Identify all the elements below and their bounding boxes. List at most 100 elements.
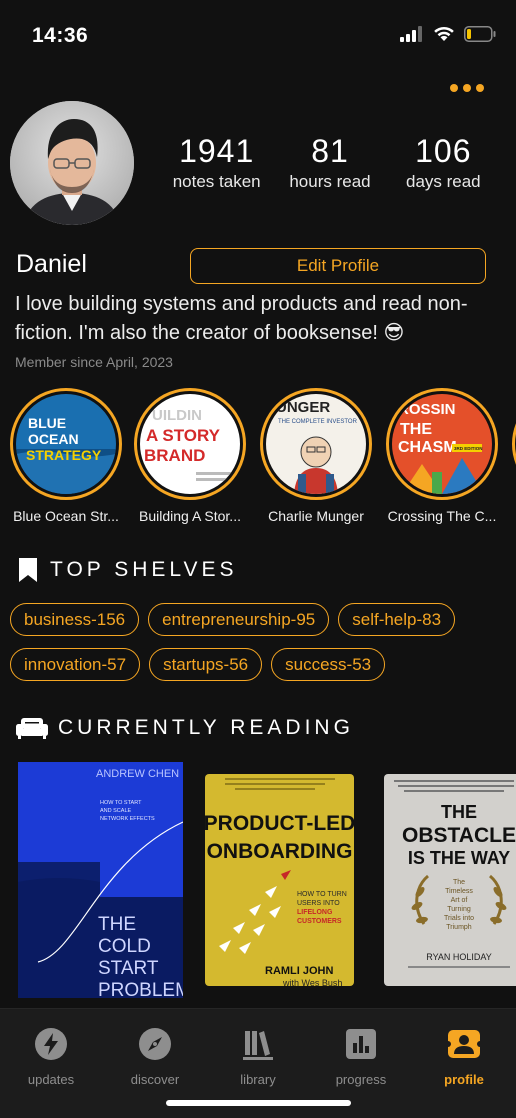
tab-profile[interactable]: profile <box>414 1027 514 1087</box>
stat-days: 106 days read <box>387 132 500 192</box>
book-subtitle: Timeless <box>445 888 473 895</box>
status-bar: 14:36 <box>0 0 516 70</box>
shelf-tag[interactable]: business-156 <box>10 603 140 636</box>
book-title-line: THE <box>98 914 136 935</box>
story-label: Charlie Munger <box>268 508 364 524</box>
book-author: ANDREW CHEN <box>96 768 179 780</box>
book-cover-image: ROSSIN THE CHASM 3RD EDITION <box>392 394 492 494</box>
tab-discover[interactable]: discover <box>105 1027 205 1087</box>
book-subtitle: USERS INTO <box>297 900 340 907</box>
book-subtitle: Art of <box>451 897 468 904</box>
stat-label: days read <box>405 172 481 191</box>
book-title-line: ONBOARDING <box>207 840 353 863</box>
book-title-line: COLD <box>98 936 151 957</box>
cover-text: UILDIN <box>152 407 202 424</box>
profile-stats: 1941 notes taken 81 hours read 106 days … <box>160 132 500 192</box>
book-subtitle: AND SCALE <box>100 808 132 814</box>
recent-books-carousel[interactable]: BLUE OCEAN STRATEGY Blue Ocean Str... UI… <box>0 388 516 528</box>
edit-profile-button[interactable]: Edit Profile <box>190 248 486 284</box>
story-book[interactable]: BLUE OCEAN STRATEGY Blue Ocean Str... <box>4 388 128 524</box>
story-ring: ROSSIN THE CHASM 3RD EDITION <box>386 388 498 500</box>
tab-library[interactable]: library <box>208 1027 308 1087</box>
shelf-tag[interactable]: entrepreneurship-95 <box>148 603 330 636</box>
book-cover-product-led[interactable]: PRODUCT-LED ONBOARDING HOW TO TURN USERS… <box>205 774 354 986</box>
signal-icon <box>400 26 422 42</box>
top-shelves-heading: TOP SHELVES <box>16 556 238 584</box>
book-subtitle: Trials into <box>444 915 474 922</box>
cover-text: BRAND <box>144 446 205 465</box>
tab-progress[interactable]: progress <box>311 1027 411 1087</box>
wifi-icon <box>434 26 454 41</box>
bookmark-icon <box>19 558 37 582</box>
book-subtitle: NETWORK EFFECTS <box>100 816 155 822</box>
tab-label: updates <box>27 1072 75 1087</box>
book-subtitle-highlight: CUSTOMERS <box>297 918 342 925</box>
book-title-line: IS THE WAY <box>408 848 510 868</box>
library-icon <box>243 1031 273 1060</box>
book-cover-image: BLUE OCEAN STRATEGY <box>16 394 116 494</box>
story-label: Building A Stor... <box>139 508 241 524</box>
currently-reading-carousel[interactable]: ANDREW CHEN HOW TO START AND SCALE NETWO… <box>0 762 516 998</box>
stat-label: hours read <box>289 172 371 191</box>
cover-text: STRATEGY <box>26 447 102 463</box>
avatar[interactable] <box>10 101 134 225</box>
shelf-tag[interactable]: self-help-83 <box>338 603 456 636</box>
book-cover-image: UILDIN A STORY BRAND <box>140 394 240 494</box>
book-subtitle-highlight: LIFELONG <box>297 909 333 916</box>
section-title: TOP SHELVES <box>50 558 238 581</box>
stat-notes: 1941 notes taken <box>160 132 273 192</box>
couch-icon <box>16 718 48 739</box>
cover-text: THE <box>400 421 432 438</box>
shelf-tags: business-156 entrepreneurship-95 self-he… <box>10 603 510 681</box>
bar-chart-icon <box>346 1029 376 1059</box>
more-options-icon[interactable] <box>450 84 484 92</box>
tab-label: progress <box>335 1072 387 1087</box>
book-title-line: OBSTACLE <box>402 824 516 847</box>
cover-text: BLUE <box>28 415 66 431</box>
username: Daniel <box>16 250 87 278</box>
story-ring: BLUE OCEAN STRATEGY <box>10 388 122 500</box>
story-label: Crossing The C... <box>387 508 497 524</box>
tab-updates[interactable]: updates <box>1 1027 101 1087</box>
compass-icon <box>139 1028 171 1060</box>
shelf-tag[interactable]: startups-56 <box>149 648 263 681</box>
shelf-tag[interactable]: innovation-57 <box>10 648 141 681</box>
story-book[interactable]: ROSSIN THE CHASM 3RD EDITION Crossing Th… <box>380 388 504 524</box>
book-subtitle: Turning <box>447 906 471 913</box>
profile-bio: I love building systems and products and… <box>15 293 468 344</box>
cover-text: THE COMPLETE INVESTOR <box>278 419 358 425</box>
status-icons <box>400 26 496 42</box>
cover-text: CHASM <box>398 439 457 456</box>
book-cover-obstacle[interactable]: THE OBSTACLE IS THE WAY The Timeless Art… <box>384 774 516 986</box>
shelf-tag[interactable]: success-53 <box>271 648 386 681</box>
member-since: Member since April, 2023 <box>15 354 173 370</box>
story-book[interactable]: UILDIN A STORY BRAND Building A Stor... <box>128 388 252 524</box>
story-book[interactable]: UNGER THE COMPLETE INVESTOR Charlie Mung… <box>254 388 378 524</box>
stat-value: 1941 <box>179 133 255 169</box>
cover-text: A STORY <box>146 426 221 445</box>
cover-text: ROSSIN <box>398 401 456 418</box>
book-title-line: THE <box>441 802 477 822</box>
cover-text: OCEAN <box>28 431 79 447</box>
status-time: 14:36 <box>32 24 89 47</box>
profile-card-icon <box>445 1030 483 1058</box>
book-author: RYAN HOLIDAY <box>426 952 492 962</box>
book-subtitle: HOW TO TURN <box>297 891 347 898</box>
story-ring: UNGER THE COMPLETE INVESTOR <box>260 388 372 500</box>
home-indicator[interactable] <box>166 1100 351 1106</box>
book-subtitle: The <box>453 879 465 886</box>
tab-label: library <box>240 1072 276 1087</box>
tab-label: discover <box>130 1072 180 1087</box>
book-author: RAMLI JOHN <box>265 965 334 977</box>
book-cover-cold-start[interactable]: ANDREW CHEN HOW TO START AND SCALE NETWO… <box>18 762 183 998</box>
book-coauthor: with Wes Bush <box>282 978 342 986</box>
book-subtitle: HOW TO START <box>100 800 142 806</box>
stat-hours: 81 hours read <box>273 132 386 192</box>
battery-icon <box>464 26 496 42</box>
story-ring <box>512 388 516 500</box>
story-book[interactable] <box>506 388 516 500</box>
story-ring: UILDIN A STORY BRAND <box>134 388 246 500</box>
cover-text: 3RD EDITION <box>454 446 483 451</box>
book-subtitle: Triumph <box>446 924 472 931</box>
story-label: Blue Ocean Str... <box>13 508 119 524</box>
